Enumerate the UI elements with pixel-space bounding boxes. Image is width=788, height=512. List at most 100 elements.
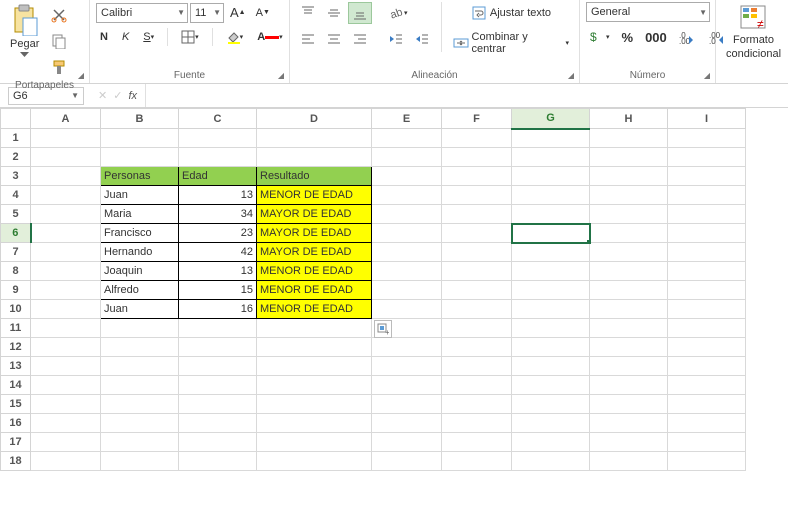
fill-color-button[interactable]: ▾ (222, 27, 248, 47)
comma-style-button[interactable]: 000 (641, 27, 671, 48)
cell-A15[interactable] (31, 395, 101, 414)
row-header-16[interactable]: 16 (1, 414, 31, 433)
cell-A10[interactable] (31, 300, 101, 319)
row-header-12[interactable]: 12 (1, 338, 31, 357)
cell-G15[interactable] (512, 395, 590, 414)
increase-indent-button[interactable] (410, 28, 434, 50)
cell-B13[interactable] (101, 357, 179, 376)
cell-I9[interactable] (668, 281, 746, 300)
formula-input[interactable] (145, 84, 788, 107)
cell-G5[interactable] (512, 205, 590, 224)
cell-I17[interactable] (668, 433, 746, 452)
cell-F8[interactable] (442, 262, 512, 281)
cell-B18[interactable] (101, 452, 179, 471)
cell-G11[interactable] (512, 319, 590, 338)
cell-C13[interactable] (179, 357, 257, 376)
cell-C7[interactable]: 42 (179, 243, 257, 262)
cell-D4[interactable]: MENOR DE EDAD (257, 186, 372, 205)
align-right-button[interactable] (348, 28, 372, 50)
cell-D10[interactable]: MENOR DE EDAD (257, 300, 372, 319)
cell-F14[interactable] (442, 376, 512, 395)
cell-F12[interactable] (442, 338, 512, 357)
cell-H14[interactable] (590, 376, 668, 395)
font-launcher[interactable]: ◢ (275, 69, 287, 81)
cell-H13[interactable] (590, 357, 668, 376)
cell-I13[interactable] (668, 357, 746, 376)
shrink-font-button[interactable]: A▼ (252, 4, 274, 22)
cell-F9[interactable] (442, 281, 512, 300)
cell-C2[interactable] (179, 148, 257, 167)
column-header-G[interactable]: G (512, 109, 590, 129)
align-left-button[interactable] (296, 28, 320, 50)
cell-I5[interactable] (668, 205, 746, 224)
cell-C6[interactable]: 23 (179, 224, 257, 243)
cell-A7[interactable] (31, 243, 101, 262)
cell-G12[interactable] (512, 338, 590, 357)
column-header-C[interactable]: C (179, 109, 257, 129)
grow-font-button[interactable]: A▲ (226, 2, 250, 23)
cell-F6[interactable] (442, 224, 512, 243)
cell-H4[interactable] (590, 186, 668, 205)
align-top-button[interactable] (296, 2, 320, 24)
cell-E5[interactable] (372, 205, 442, 224)
cell-I11[interactable] (668, 319, 746, 338)
cell-A5[interactable] (31, 205, 101, 224)
cell-B17[interactable] (101, 433, 179, 452)
cell-F18[interactable] (442, 452, 512, 471)
cell-C8[interactable]: 13 (179, 262, 257, 281)
cell-I2[interactable] (668, 148, 746, 167)
cell-D12[interactable] (257, 338, 372, 357)
borders-button[interactable]: ▾ (177, 27, 203, 47)
cell-I12[interactable] (668, 338, 746, 357)
cell-I8[interactable] (668, 262, 746, 281)
cell-G3[interactable] (512, 167, 590, 186)
cell-I1[interactable] (668, 129, 746, 148)
cell-A14[interactable] (31, 376, 101, 395)
cell-B11[interactable] (101, 319, 179, 338)
accounting-format-button[interactable]: $▾ (586, 26, 614, 48)
orientation-button[interactable]: ab▾ (384, 2, 412, 24)
cell-D9[interactable]: MENOR DE EDAD (257, 281, 372, 300)
column-header-I[interactable]: I (668, 109, 746, 129)
cell-F1[interactable] (442, 129, 512, 148)
cut-button[interactable] (47, 4, 71, 26)
cell-A3[interactable] (31, 167, 101, 186)
cell-H17[interactable] (590, 433, 668, 452)
cell-E15[interactable] (372, 395, 442, 414)
cell-D18[interactable] (257, 452, 372, 471)
cell-B10[interactable]: Juan (101, 300, 179, 319)
cell-G16[interactable] (512, 414, 590, 433)
cell-H12[interactable] (590, 338, 668, 357)
paste-button[interactable]: Pegar (6, 2, 43, 60)
cell-C14[interactable] (179, 376, 257, 395)
column-header-E[interactable]: E (372, 109, 442, 129)
cell-B8[interactable]: Joaquin (101, 262, 179, 281)
bold-button[interactable]: N (96, 28, 112, 46)
column-header-F[interactable]: F (442, 109, 512, 129)
cell-G8[interactable] (512, 262, 590, 281)
cell-A13[interactable] (31, 357, 101, 376)
cell-E10[interactable] (372, 300, 442, 319)
cell-A16[interactable] (31, 414, 101, 433)
row-header-2[interactable]: 2 (1, 148, 31, 167)
column-header-A[interactable]: A (31, 109, 101, 129)
cell-G7[interactable] (512, 243, 590, 262)
autofill-options-button[interactable]: + (374, 320, 392, 338)
cell-E2[interactable] (372, 148, 442, 167)
row-header-7[interactable]: 7 (1, 243, 31, 262)
row-header-10[interactable]: 10 (1, 300, 31, 319)
cell-H18[interactable] (590, 452, 668, 471)
cell-C4[interactable]: 13 (179, 186, 257, 205)
cell-G13[interactable] (512, 357, 590, 376)
cell-F13[interactable] (442, 357, 512, 376)
cell-I6[interactable] (668, 224, 746, 243)
cell-B14[interactable] (101, 376, 179, 395)
wrap-text-button[interactable]: Ajustar texto (449, 2, 573, 24)
cell-F15[interactable] (442, 395, 512, 414)
cell-E1[interactable] (372, 129, 442, 148)
cell-D14[interactable] (257, 376, 372, 395)
cell-F2[interactable] (442, 148, 512, 167)
cell-A6[interactable] (31, 224, 101, 243)
cell-C1[interactable] (179, 129, 257, 148)
cell-F3[interactable] (442, 167, 512, 186)
